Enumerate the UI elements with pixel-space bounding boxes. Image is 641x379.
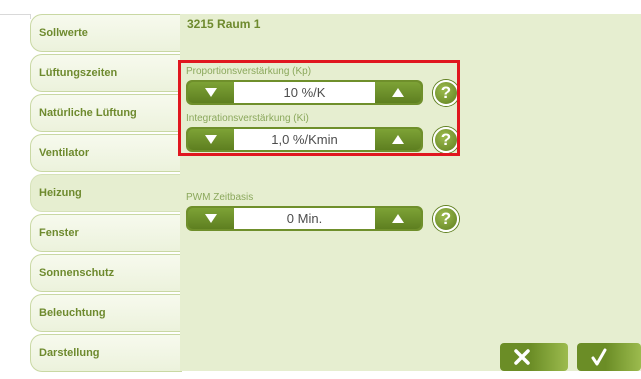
- corner-decoration: [0, 14, 30, 15]
- tab-label: Sollwerte: [39, 27, 88, 39]
- cross-icon: [514, 349, 530, 365]
- tab-natuerliche-lueftung[interactable]: Natürliche Lüftung: [30, 94, 182, 132]
- tab-darstellung[interactable]: Darstellung: [30, 334, 182, 372]
- pwm-help-button[interactable]: ?: [433, 206, 459, 232]
- confirm-button[interactable]: [577, 343, 641, 371]
- tab-label: Heizung: [39, 187, 82, 199]
- param-label: PWM Zeitbasis: [186, 192, 254, 203]
- highlight-box: [178, 60, 460, 156]
- tab-label: Fenster: [39, 227, 79, 239]
- tab-label: Beleuchtung: [39, 307, 106, 319]
- tab-sollwerte[interactable]: Sollwerte: [30, 14, 182, 52]
- arrow-up-icon: [392, 214, 404, 223]
- tab-label: Natürliche Lüftung: [39, 107, 137, 119]
- tab-heizung[interactable]: Heizung: [30, 174, 182, 212]
- tab-label: Lüftungszeiten: [39, 67, 118, 79]
- tab-label: Darstellung: [39, 347, 100, 359]
- tab-label: Sonnenschutz: [39, 267, 115, 279]
- room-title: 3215 Raum 1: [187, 17, 261, 31]
- question-mark-icon: ?: [440, 209, 452, 228]
- pwm-increase-button[interactable]: [375, 208, 421, 229]
- tab-fenster[interactable]: Fenster: [30, 214, 182, 252]
- check-icon: [591, 348, 607, 366]
- pwm-stepper: 0 Min.: [186, 206, 423, 231]
- pwm-decrease-button[interactable]: [188, 208, 234, 229]
- tab-label: Ventilator: [39, 147, 90, 159]
- pwm-value[interactable]: 0 Min.: [234, 208, 375, 229]
- tab-sonnenschutz[interactable]: Sonnenschutz: [30, 254, 182, 292]
- param-pwm: PWM Zeitbasis 0 Min. ?: [186, 192, 459, 232]
- cancel-button[interactable]: [500, 343, 568, 371]
- tab-bar: Sollwerte Lüftungszeiten Natürliche Lüft…: [30, 14, 182, 372]
- arrow-down-icon: [205, 214, 217, 223]
- tab-ventilator[interactable]: Ventilator: [30, 134, 182, 172]
- tab-lueftungszeiten[interactable]: Lüftungszeiten: [30, 54, 182, 92]
- tab-beleuchtung[interactable]: Beleuchtung: [30, 294, 182, 332]
